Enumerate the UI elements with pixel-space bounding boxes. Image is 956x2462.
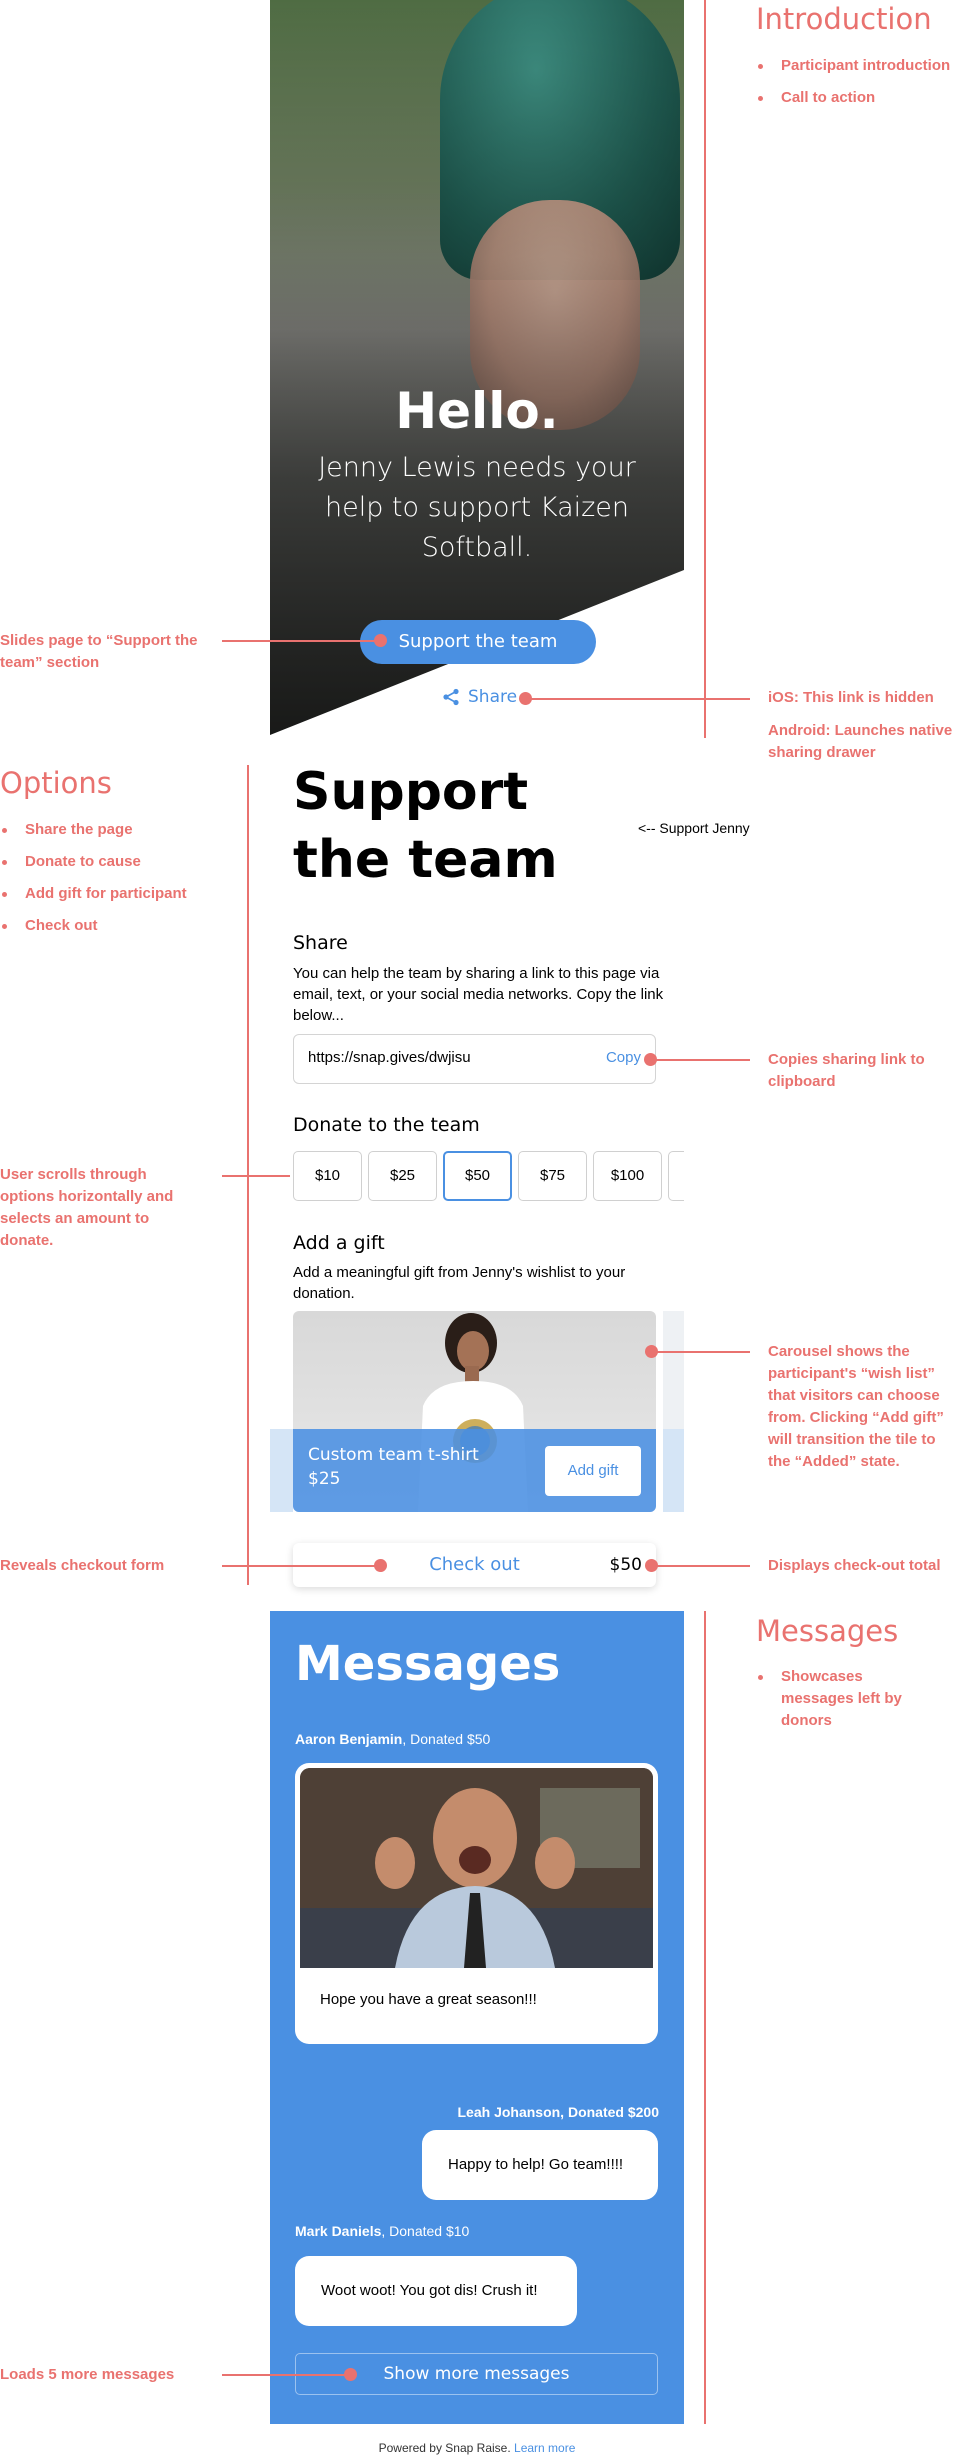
- message-author: Aaron Benjamin, Donated $50: [295, 1731, 490, 1747]
- share-icon: [443, 688, 459, 706]
- amount-option[interactable]: $75: [518, 1151, 587, 1201]
- donate-heading: Donate to the team: [293, 1114, 480, 1136]
- options-annotation-item: Share the page: [0, 819, 187, 841]
- carousel-connector: [652, 1351, 750, 1353]
- total-connector: [652, 1565, 750, 1567]
- message-donation: , Donated $10: [381, 2223, 470, 2239]
- intro-annotation-item: Participant introduction: [756, 55, 950, 77]
- support-jenny-label: <-- Support Jenny: [638, 820, 750, 836]
- intro-annotation-title: Introduction: [756, 2, 932, 36]
- loads-marker: [344, 2368, 357, 2381]
- messages-annotation-title: Messages: [756, 1614, 899, 1648]
- checkout-total: $50: [609, 1555, 642, 1575]
- share-connector: [528, 698, 750, 700]
- learn-more-link[interactable]: Learn more: [514, 2441, 575, 2455]
- message-gif: [300, 1768, 653, 1968]
- message-author: Mark Daniels, Donated $10: [295, 2223, 469, 2239]
- share-link[interactable]: Share: [442, 687, 517, 707]
- add-gift-button[interactable]: Add gift: [545, 1446, 641, 1496]
- messages-annotation-list: Showcases messages left by donors: [756, 1666, 936, 1742]
- options-annotation-item: Check out: [0, 915, 187, 937]
- message-bubble: Happy to help! Go team!!!!: [422, 2130, 658, 2200]
- amount-option-partial[interactable]: [668, 1151, 684, 1201]
- checkout-connector: [222, 1565, 382, 1567]
- footer: Powered by Snap Raise. Learn more: [270, 2441, 684, 2455]
- messages-bracket-line: [704, 1611, 706, 2424]
- copy-annotation: Copies sharing link to clipboard: [768, 1051, 925, 1090]
- hero-subtitle: Jenny Lewis needs your help to support K…: [318, 452, 636, 563]
- gift-carousel-next-band: [663, 1429, 684, 1512]
- options-annotation-title: Options: [0, 766, 112, 800]
- intro-annotation-list: Participant introduction Call to action: [756, 55, 950, 119]
- slides-page-connector: [222, 640, 382, 642]
- scroll-connector: [222, 1175, 290, 1177]
- gift-heading: Add a gift: [293, 1232, 385, 1254]
- intro-annotation-item: Call to action: [756, 87, 950, 109]
- message-text: Hope you have a great season!!!: [320, 1991, 537, 2008]
- message-donation: , Donated $50: [402, 1731, 491, 1747]
- messages-annotation-item: Showcases messages left by donors: [756, 1666, 936, 1732]
- gift-name: Custom team t-shirt: [308, 1445, 479, 1465]
- amount-option[interactable]: $25: [368, 1151, 437, 1201]
- powered-by-text: Powered by Snap Raise.: [378, 2441, 511, 2455]
- carousel-annotation: Carousel shows the participant's “wish l…: [768, 1343, 944, 1470]
- amount-option[interactable]: $10: [293, 1151, 362, 1201]
- amount-option-selected[interactable]: $50: [443, 1151, 512, 1201]
- slides-page-marker: [374, 634, 387, 647]
- hero-hello: Hello.: [395, 382, 559, 440]
- gift-price: $25: [308, 1469, 341, 1489]
- checkout-marker: [374, 1559, 387, 1572]
- options-annotation-list: Share the page Donate to cause Add gift …: [0, 819, 187, 947]
- android-annotation: Android: Launches native sharing drawer: [768, 722, 953, 761]
- support-the-team-button[interactable]: Support the team: [360, 620, 596, 664]
- slides-page-annotation: Slides page to “Support the team” sectio…: [0, 632, 198, 671]
- checkout-annotation: Reveals checkout form: [0, 1557, 165, 1574]
- message-author: Leah Johanson, Donated $200: [457, 2104, 660, 2120]
- total-annotation: Displays check-out total: [768, 1557, 941, 1574]
- support-section-title: Support the team: [293, 762, 558, 890]
- message-author-name: Aaron Benjamin: [295, 1731, 403, 1747]
- share-heading: Share: [293, 932, 348, 954]
- ios-annotation: iOS: This link is hidden: [768, 689, 934, 706]
- hero-section: Hello. Jenny Lewis needs your help to su…: [270, 0, 684, 735]
- share-link-field[interactable]: https://snap.gives/dwjisu Copy: [293, 1034, 656, 1084]
- message-card: Hope you have a great season!!!: [295, 1763, 658, 2044]
- gift-card: Custom team t-shirt $25 Add gift: [293, 1311, 656, 1512]
- messages-title: Messages: [295, 1636, 561, 1692]
- message-bubble: Woot woot! You got dis! Crush it!: [295, 2256, 577, 2326]
- gift-carousel-prev-edge: [270, 1429, 293, 1512]
- gif-image: [300, 1768, 653, 1968]
- messages-section: Messages Aaron Benjamin, Donated $50 Hop…: [270, 1611, 684, 2424]
- share-description: You can help the team by sharing a link …: [293, 965, 664, 1024]
- share-url: https://snap.gives/dwjisu: [308, 1049, 471, 1066]
- intro-bracket-line: [704, 0, 706, 738]
- gift-description: Add a meaningful gift from Jenny's wishl…: [293, 1264, 626, 1302]
- message-author-name: Mark Daniels: [295, 2223, 382, 2239]
- copy-button[interactable]: Copy: [606, 1049, 641, 1066]
- donation-amount-scroller[interactable]: $10 $25 $50 $75 $100: [293, 1151, 684, 1203]
- options-annotation-item: Donate to cause: [0, 851, 187, 873]
- amount-option[interactable]: $100: [593, 1151, 662, 1201]
- copy-connector: [652, 1059, 750, 1061]
- loads-connector: [222, 2374, 352, 2376]
- loads-annotation: Loads 5 more messages: [0, 2366, 175, 2383]
- options-annotation-item: Add gift for participant: [0, 883, 187, 905]
- scroll-annotation: User scrolls through options horizontall…: [0, 1166, 174, 1249]
- share-link-label: Share: [468, 687, 518, 707]
